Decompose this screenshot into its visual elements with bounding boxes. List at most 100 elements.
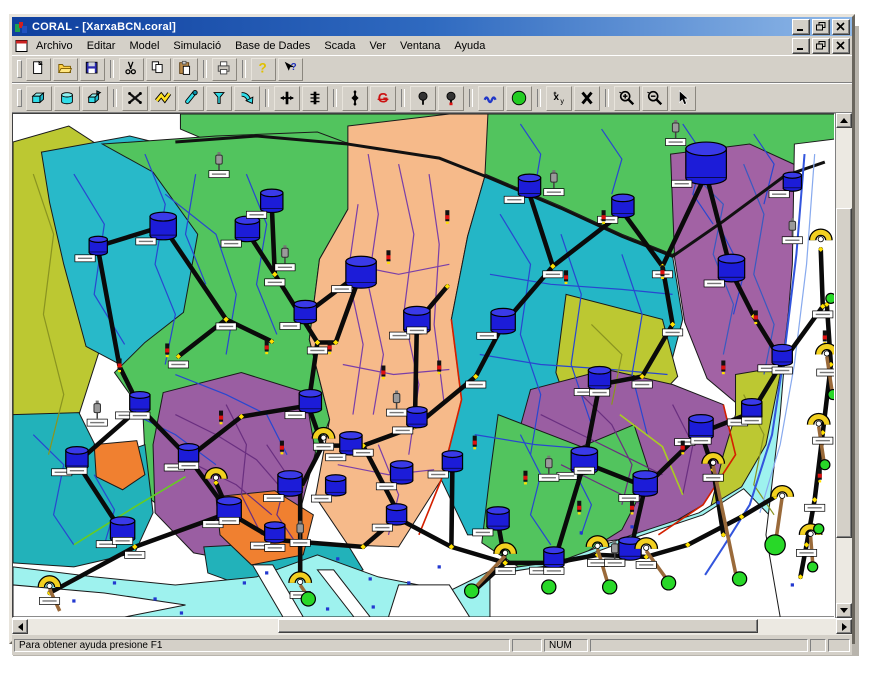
- pipe-yellow-button[interactable]: [150, 86, 176, 111]
- restore-button[interactable]: [812, 19, 830, 35]
- child-restore-button[interactable]: [812, 38, 830, 54]
- tank-symbol[interactable]: [742, 399, 762, 420]
- g-red-button[interactable]: G: [370, 86, 396, 111]
- pointer-button[interactable]: [670, 86, 696, 111]
- save-button[interactable]: [80, 58, 105, 81]
- tank-symbol[interactable]: [235, 216, 259, 241]
- well-symbol[interactable]: [820, 460, 830, 470]
- tank-symbol[interactable]: [442, 451, 462, 472]
- vertical-scroll-thumb[interactable]: [836, 208, 852, 538]
- valve-symbol[interactable]: [754, 310, 758, 324]
- vertical-scrollbar[interactable]: [835, 113, 852, 618]
- toolbar-grip[interactable]: [17, 89, 22, 107]
- valve-symbol[interactable]: [165, 343, 169, 357]
- valve-symbol[interactable]: [523, 471, 527, 485]
- tank-symbol[interactable]: [66, 447, 88, 470]
- pipe[interactable]: [451, 467, 452, 547]
- menu-ventana[interactable]: Ventana: [393, 38, 447, 54]
- paste-button[interactable]: [173, 58, 198, 81]
- node-red-button[interactable]: [438, 86, 464, 111]
- valve-symbol[interactable]: [818, 469, 822, 483]
- wave-button[interactable]: [478, 86, 504, 111]
- scroll-up-button[interactable]: [836, 113, 852, 128]
- tank-symbol[interactable]: [612, 194, 634, 217]
- arrow-curve-button[interactable]: [234, 86, 260, 111]
- well-symbol[interactable]: [301, 592, 315, 606]
- horizontal-scroll-track[interactable]: [28, 619, 836, 635]
- new-button[interactable]: [26, 58, 51, 81]
- tee-button[interactable]: [206, 86, 232, 111]
- close-button[interactable]: [832, 19, 850, 35]
- sensor-symbol[interactable]: [94, 401, 100, 419]
- menu-archivo[interactable]: Archivo: [29, 38, 80, 54]
- menu-model[interactable]: Model: [122, 38, 166, 54]
- cut-button[interactable]: [119, 58, 144, 81]
- well-symbol[interactable]: [808, 562, 818, 572]
- tank-symbol[interactable]: [390, 461, 412, 484]
- node-dark-button[interactable]: [410, 86, 436, 111]
- valve-diamond-button[interactable]: [342, 86, 368, 111]
- well-symbol[interactable]: [542, 580, 556, 594]
- valve-symbol[interactable]: [564, 270, 568, 284]
- valve-symbol[interactable]: [721, 360, 725, 374]
- x-black-button[interactable]: [574, 86, 600, 111]
- tank-symbol[interactable]: [544, 547, 564, 568]
- valve-symbol[interactable]: [219, 411, 223, 425]
- tank-symbol[interactable]: [772, 344, 792, 365]
- well-symbol[interactable]: [465, 584, 479, 598]
- menu-scada[interactable]: Scada: [317, 38, 362, 54]
- print-button[interactable]: [212, 58, 237, 81]
- tank-symbol[interactable]: [130, 392, 150, 413]
- horizontal-scroll-thumb[interactable]: [278, 619, 758, 633]
- menu-ayuda[interactable]: Ayuda: [447, 38, 492, 54]
- tank-symbol[interactable]: [518, 174, 540, 197]
- tank-symbol[interactable]: [89, 236, 107, 255]
- tank-symbol[interactable]: [178, 444, 198, 465]
- menu-ver[interactable]: Ver: [363, 38, 394, 54]
- toolbar-grip[interactable]: [17, 60, 22, 78]
- open-button[interactable]: [53, 58, 78, 81]
- junction-button[interactable]: [274, 86, 300, 111]
- tank-symbol[interactable]: [487, 507, 509, 530]
- zoom-in-button[interactable]: [614, 86, 640, 111]
- valve-symbol[interactable]: [630, 501, 634, 515]
- cylinder-button[interactable]: [54, 86, 80, 111]
- tank-symbol[interactable]: [386, 504, 406, 525]
- well-symbol[interactable]: [826, 293, 835, 303]
- tank-symbol[interactable]: [150, 212, 176, 240]
- valve-symbol[interactable]: [265, 340, 269, 354]
- cube-flag-button[interactable]: [82, 86, 108, 111]
- well-symbol[interactable]: [661, 576, 675, 590]
- tank-symbol[interactable]: [265, 522, 285, 543]
- network-map-canvas[interactable]: [13, 114, 835, 617]
- probe-button[interactable]: [178, 86, 204, 111]
- scroll-down-button[interactable]: [836, 603, 852, 618]
- xy-button[interactable]: xy: [546, 86, 572, 111]
- child-close-button[interactable]: [832, 38, 850, 54]
- scroll-right-button[interactable]: [836, 619, 852, 634]
- tank-symbol[interactable]: [588, 367, 610, 390]
- tank-symbol[interactable]: [686, 142, 727, 184]
- junction-ticks-button[interactable]: [302, 86, 328, 111]
- vertical-scroll-track[interactable]: [836, 128, 852, 603]
- tank-symbol[interactable]: [689, 415, 713, 440]
- tank-symbol[interactable]: [278, 471, 302, 496]
- menu-simulació[interactable]: Simulació: [166, 38, 228, 54]
- pipe[interactable]: [272, 205, 275, 274]
- menu-editar[interactable]: Editar: [80, 38, 123, 54]
- tank-symbol[interactable]: [718, 254, 744, 282]
- help-pointer-button[interactable]: ?: [278, 58, 303, 81]
- tank-symbol[interactable]: [299, 390, 321, 413]
- tank-symbol[interactable]: [346, 256, 376, 288]
- tank-symbol[interactable]: [491, 308, 515, 333]
- help-button[interactable]: ?: [251, 58, 276, 81]
- valve-symbol[interactable]: [660, 265, 664, 279]
- tank-symbol[interactable]: [633, 471, 657, 496]
- x-node-button[interactable]: [122, 86, 148, 111]
- tank-symbol[interactable]: [407, 407, 427, 428]
- tank-symbol[interactable]: [261, 189, 283, 212]
- well-symbol[interactable]: [732, 572, 746, 586]
- copy-button[interactable]: [146, 58, 171, 81]
- tank-symbol[interactable]: [326, 475, 346, 496]
- cube-button[interactable]: [26, 86, 52, 111]
